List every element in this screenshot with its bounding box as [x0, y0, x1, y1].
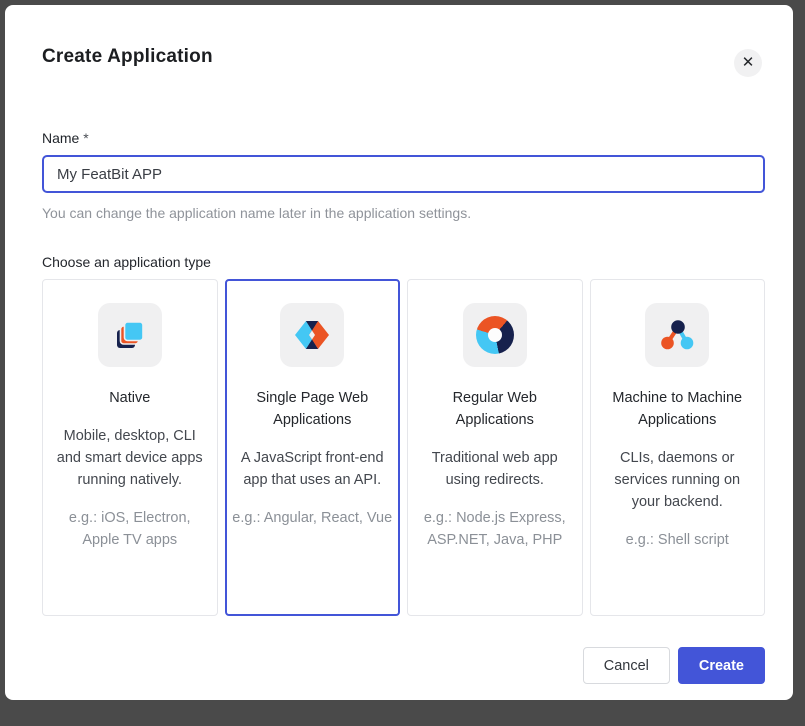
application-type-cards: Native Mobile, desktop, CLI and smart de…	[42, 279, 765, 616]
card-title: Regular Web Applications	[426, 387, 564, 431]
app-type-card-m2m[interactable]: Machine to Machine Applications CLIs, da…	[590, 279, 766, 616]
card-examples: e.g.: Angular, React, Vue	[232, 507, 392, 529]
application-type-label: Choose an application type	[42, 253, 765, 271]
application-name-input[interactable]	[42, 155, 765, 193]
create-application-dialog: Create Application ✕ Name * You can chan…	[5, 5, 793, 700]
page-title: Create Application	[42, 44, 765, 70]
app-type-card-spa[interactable]: Single Page Web Applications A JavaScrip…	[225, 279, 401, 616]
spa-diamonds-icon	[280, 303, 344, 367]
close-icon[interactable]: ✕	[734, 49, 762, 77]
required-asterisk: *	[83, 130, 88, 146]
name-label-text: Name	[42, 130, 79, 146]
card-examples: e.g.: iOS, Electron, Apple TV apps	[50, 507, 210, 551]
app-type-card-regular-web[interactable]: Regular Web Applications Traditional web…	[407, 279, 583, 616]
regular-web-donut-icon	[463, 303, 527, 367]
card-title: Native	[61, 387, 199, 409]
card-description: Traditional web app using redirects.	[420, 447, 570, 491]
app-type-card-native[interactable]: Native Mobile, desktop, CLI and smart de…	[42, 279, 218, 616]
card-description: A JavaScript front-end app that uses an …	[237, 447, 387, 491]
name-field-label: Name *	[42, 129, 765, 147]
machine-to-machine-nodes-icon	[645, 303, 709, 367]
create-button[interactable]: Create	[678, 647, 765, 684]
card-title: Machine to Machine Applications	[608, 387, 746, 431]
card-examples: e.g.: Node.js Express, ASP.NET, Java, PH…	[415, 507, 575, 551]
card-examples: e.g.: Shell script	[597, 529, 757, 551]
name-helper-text: You can change the application name late…	[42, 204, 765, 222]
native-stacked-squares-icon	[98, 303, 162, 367]
card-description: Mobile, desktop, CLI and smart device ap…	[55, 425, 205, 491]
cancel-button[interactable]: Cancel	[583, 647, 670, 684]
card-description: CLIs, daemons or services running on you…	[602, 447, 752, 513]
dialog-footer: Cancel Create	[42, 647, 765, 684]
card-title: Single Page Web Applications	[243, 387, 381, 431]
